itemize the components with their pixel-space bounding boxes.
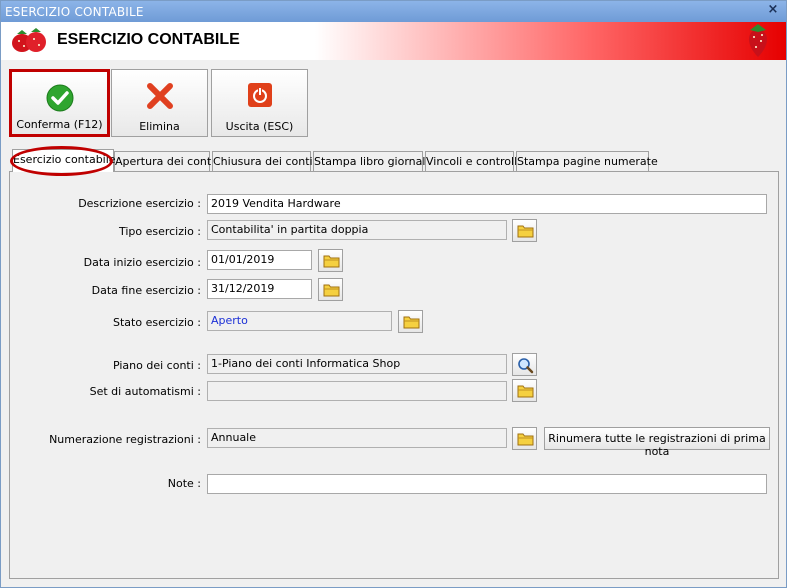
- folder-icon: [517, 225, 534, 238]
- descrizione-field[interactable]: 2019 Vendita Hardware: [207, 194, 767, 214]
- tab-label: Chiusura dei conti: [213, 155, 313, 168]
- folder-icon: [323, 284, 340, 297]
- power-icon: [247, 82, 273, 111]
- active-tab-highlight: [10, 146, 113, 176]
- tab-label: Stampa pagine numerate: [517, 155, 658, 168]
- data-fine-picker-button[interactable]: [318, 278, 343, 301]
- tab-chiusura-conti[interactable]: Chiusura dei conti: [212, 151, 313, 171]
- stato-browse-button[interactable]: [398, 310, 423, 333]
- numerazione-field[interactable]: Annuale: [207, 428, 507, 448]
- tab-vincoli-controlli[interactable]: Vincoli e controlli: [425, 151, 520, 171]
- exit-label: Uscita (ESC): [225, 120, 294, 133]
- strawberry-logo-icon: [9, 26, 49, 57]
- tab-stampa-libro-giornale[interactable]: Stampa libro giornale: [313, 151, 432, 171]
- strawberry-decor-icon: [744, 23, 772, 62]
- tab-apertura-conti[interactable]: Apertura dei conti: [114, 151, 214, 171]
- folder-icon: [403, 316, 420, 329]
- folder-icon: [517, 385, 534, 398]
- folder-icon: [323, 255, 340, 268]
- piano-search-button[interactable]: [512, 353, 537, 376]
- header-title: ESERCIZIO CONTABILE: [57, 31, 240, 48]
- data-inizio-label: Data inizio esercizio :: [83, 256, 201, 269]
- confirm-label: Conferma (F12): [16, 118, 103, 131]
- data-fine-field[interactable]: 31/12/2019: [207, 279, 312, 299]
- tipo-field[interactable]: Contabilita' in partita doppia: [207, 220, 507, 240]
- numerazione-browse-button[interactable]: [512, 427, 537, 450]
- delete-label: Elimina: [139, 120, 180, 133]
- header-banner: ESERCIZIO CONTABILE: [1, 22, 786, 60]
- delete-x-icon: [146, 82, 174, 113]
- tab-label: Vincoli e controlli: [426, 155, 521, 168]
- close-icon[interactable]: ×: [766, 3, 780, 17]
- note-field[interactable]: [207, 474, 767, 494]
- rinumera-button[interactable]: Rinumera tutte le registrazioni di prima…: [544, 427, 770, 458]
- check-icon: [46, 84, 74, 115]
- exit-button[interactable]: Uscita (ESC): [211, 69, 308, 137]
- numerazione-label: Numerazione registrazioni :: [49, 433, 201, 446]
- tab-label: Stampa libro giornale: [314, 155, 433, 168]
- automatismi-field[interactable]: [207, 381, 507, 401]
- piano-label: Piano dei conti :: [112, 359, 201, 372]
- folder-icon: [517, 433, 534, 446]
- tipo-label: Tipo esercizio :: [118, 225, 201, 238]
- stato-label: Stato esercizio :: [113, 316, 201, 329]
- title-bar: ESERCIZIO CONTABILE ×: [1, 1, 786, 22]
- app-window: ESERCIZIO CONTABILE × ESERCIZIO CONTABIL…: [0, 0, 787, 588]
- descrizione-label: Descrizione esercizio :: [78, 197, 201, 210]
- tab-label: Apertura dei conti: [115, 155, 215, 168]
- automatismi-browse-button[interactable]: [512, 379, 537, 402]
- delete-button[interactable]: Elimina: [111, 69, 208, 137]
- automatismi-label: Set di automatismi :: [89, 385, 201, 398]
- data-fine-label: Data fine esercizio :: [91, 284, 201, 297]
- data-inizio-picker-button[interactable]: [318, 249, 343, 272]
- stato-field[interactable]: Aperto: [207, 311, 392, 331]
- window-title: ESERCIZIO CONTABILE: [5, 5, 144, 19]
- confirm-button[interactable]: Conferma (F12): [9, 69, 110, 137]
- tipo-browse-button[interactable]: [512, 219, 537, 242]
- data-inizio-field[interactable]: 01/01/2019: [207, 250, 312, 270]
- tab-stampa-pagine-numerate[interactable]: Stampa pagine numerate: [516, 151, 658, 171]
- note-label: Note :: [167, 477, 201, 490]
- magnifier-icon: [518, 358, 534, 374]
- piano-field[interactable]: 1-Piano dei conti Informatica Shop: [207, 354, 507, 374]
